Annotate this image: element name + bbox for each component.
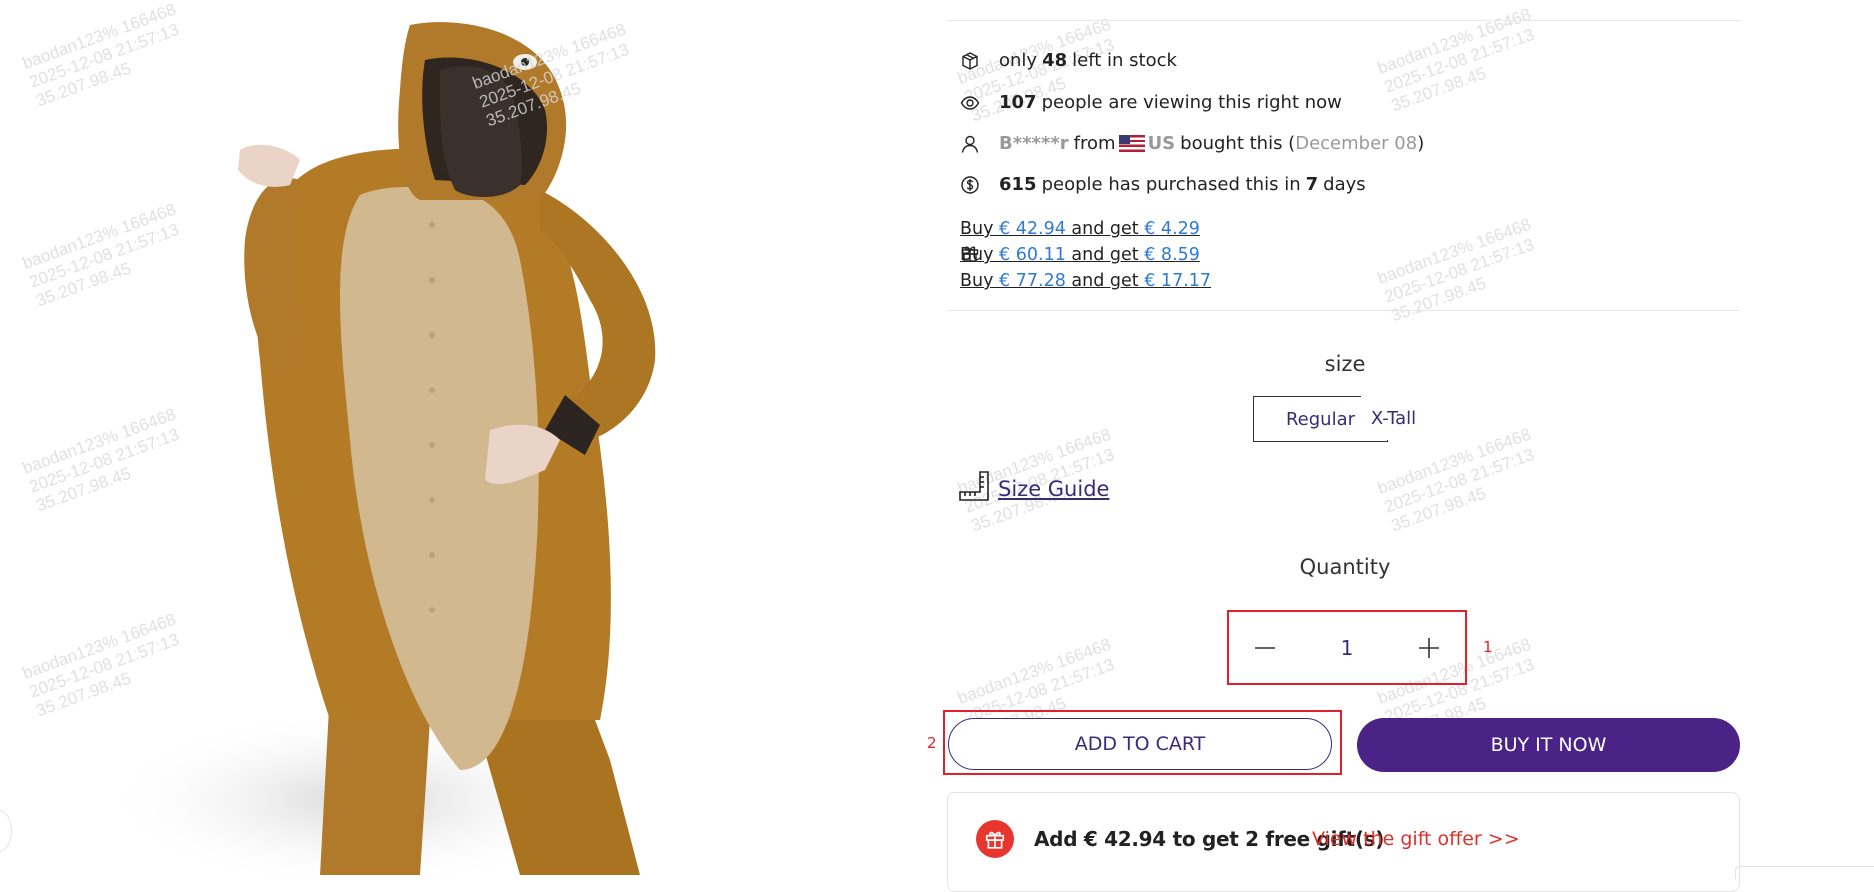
purchase-date: December 08 — [1295, 133, 1418, 154]
viewers-text: people are viewing this right now — [1041, 92, 1342, 113]
size-guide-label: Size Guide — [998, 476, 1110, 501]
purchases-unit: days — [1323, 174, 1366, 195]
offer-link[interactable]: Buy € 77.28 and get € 17.17 — [960, 268, 1211, 294]
decrease-quantity-button[interactable] — [1253, 636, 1277, 660]
ruler-icon — [958, 470, 990, 507]
floating-widget[interactable] — [1735, 866, 1874, 879]
box-icon — [960, 51, 980, 71]
offer-spend: € 77.28 — [999, 271, 1066, 291]
plus-icon — [1418, 637, 1439, 658]
quantity-stepper: 1 — [1227, 610, 1467, 685]
increase-quantity-button[interactable] — [1417, 636, 1441, 660]
stock-info: only 48 left in stock — [960, 50, 1177, 71]
offer-reward: € 4.29 — [1144, 219, 1200, 239]
annotation-tag: 2 — [927, 734, 937, 752]
minus-icon — [1255, 646, 1275, 649]
recent-purchase-info: B*****r from US bought this ( December 0… — [960, 133, 1424, 154]
country-code: US — [1147, 133, 1176, 154]
offer-spend: € 42.94 — [999, 219, 1066, 239]
buy-it-now-button[interactable]: BUY IT NOW — [1357, 718, 1740, 772]
offer-reward: € 17.17 — [1144, 271, 1212, 291]
annotation-tag: 1 — [1483, 638, 1493, 656]
size-title: size — [1324, 352, 1366, 376]
eye-icon — [960, 93, 980, 113]
stock-count: 48 — [1042, 50, 1068, 71]
gift-offer-panel: Add € 42.94 to get 2 free gift(s) View t… — [947, 792, 1740, 892]
quantity-title: Quantity — [1299, 555, 1391, 579]
purchases-count: 615 — [999, 174, 1037, 195]
us-flag-icon — [1118, 135, 1145, 152]
user-icon — [960, 134, 980, 154]
watermark: baodan123% 166468 2025-12-08 21:57:13 35… — [1375, 4, 1537, 116]
add-to-cart-button[interactable]: ADD TO CART — [948, 718, 1332, 770]
watermark: baodan123% 166468 2025-12-08 21:57:13 35… — [1375, 424, 1537, 536]
buyer-name: B*****r — [999, 133, 1069, 154]
offer-spend: € 60.11 — [999, 245, 1066, 265]
gift-badge-icon — [976, 820, 1014, 858]
viewers-info: 107 people are viewing this right now — [960, 92, 1342, 113]
dollar-coin-icon — [960, 175, 980, 195]
purchases-text: people has purchased this in — [1041, 174, 1301, 195]
purchases-days: 7 — [1305, 174, 1319, 195]
offer-reward: € 8.59 — [1144, 245, 1200, 265]
stock-prefix: only — [999, 50, 1038, 71]
stock-suffix: left in stock — [1072, 50, 1177, 71]
viewers-count: 107 — [999, 92, 1037, 113]
offer-link[interactable]: Buy € 42.94 and get € 4.29 — [960, 216, 1211, 242]
size-option-x-tall[interactable]: X-Tall — [1361, 396, 1426, 440]
purchases-info: 615 people has purchased this in 7 days — [960, 174, 1366, 195]
from-label: from — [1073, 133, 1116, 154]
purchase-close: ) — [1417, 133, 1425, 154]
product-image[interactable]: baodan123% 166468 2025-12-08 21:57:13 35… — [0, 0, 935, 875]
purchase-action: bought this ( — [1180, 133, 1296, 154]
quantity-value[interactable]: 1 — [1341, 636, 1354, 660]
volume-offers: Buy € 42.94 and get € 4.29 Buy € 60.11 a… — [960, 216, 1211, 294]
divider — [947, 20, 1740, 21]
view-gift-offer-link[interactable]: View the gift offer >> — [1312, 828, 1520, 850]
divider — [947, 310, 1740, 311]
offer-link[interactable]: Buy € 60.11 and get € 8.59 — [960, 242, 1211, 268]
size-guide-link[interactable]: Size Guide — [958, 470, 1109, 507]
